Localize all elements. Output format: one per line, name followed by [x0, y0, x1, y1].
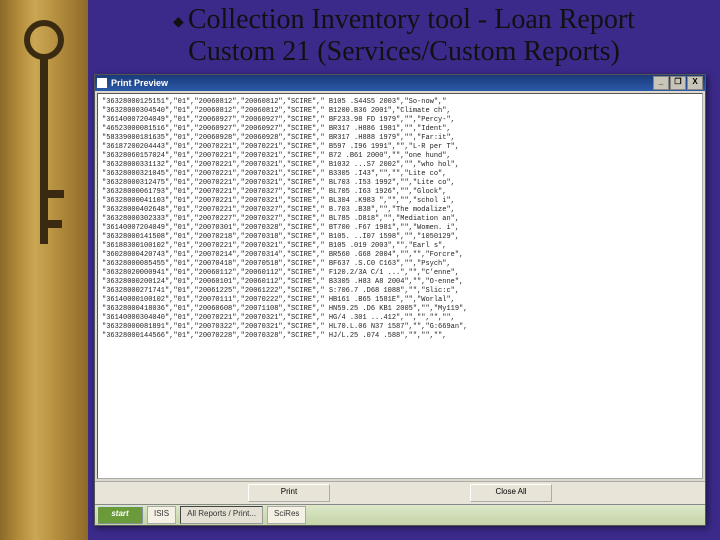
key-graphic — [24, 20, 64, 280]
content-area: ◆ Collection Inventory tool - Loan Report… — [88, 0, 720, 540]
print-preview-window: Print Preview _ ❐ X "36328000125151","01… — [94, 74, 706, 526]
maximize-button[interactable]: ❐ — [670, 76, 686, 90]
taskbar-item[interactable]: SciRes — [267, 506, 306, 524]
taskbar-item[interactable]: All Reports / Print... — [180, 506, 263, 524]
side-key-image — [0, 0, 88, 540]
window-title: Print Preview — [111, 78, 168, 88]
close-all-button[interactable]: Close All — [470, 484, 552, 502]
app-icon — [97, 78, 107, 88]
taskbar-item[interactable]: ISIS — [147, 506, 176, 524]
minimize-button[interactable]: _ — [653, 76, 669, 90]
print-button[interactable]: Print — [248, 484, 330, 502]
slide: ◆ Collection Inventory tool - Loan Report… — [0, 0, 720, 540]
title-line-1: Collection Inventory tool - Loan Report — [188, 4, 635, 35]
taskbar: start ISIS All Reports / Print... SciRes — [95, 504, 705, 525]
report-body: "36328000125151","01","20060812","200608… — [97, 93, 703, 479]
start-button[interactable]: start — [97, 506, 143, 524]
bullet-icon: ◆ — [173, 15, 184, 30]
close-button[interactable]: X — [687, 76, 703, 90]
button-bar: Print Close All — [95, 481, 705, 504]
title-line-2: Custom 21 (Services/Custom Reports) — [188, 36, 620, 67]
window-titlebar[interactable]: Print Preview _ ❐ X — [95, 75, 705, 91]
slide-title: ◆ Collection Inventory tool - Loan Report… — [98, 4, 710, 68]
